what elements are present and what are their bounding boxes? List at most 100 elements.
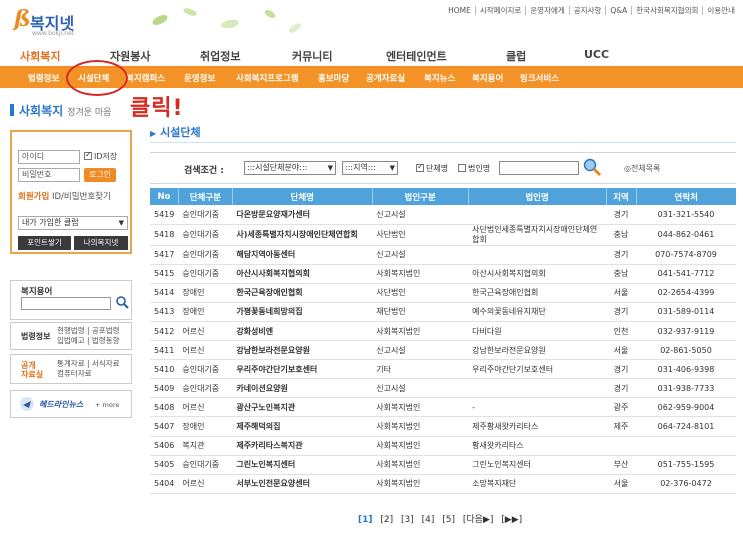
table-cell: 신고시설: [372, 340, 469, 361]
mainnav-jobs[interactable]: 취업정보: [200, 48, 240, 64]
subnav-news[interactable]: 복지뉴스: [424, 72, 455, 84]
table-cell[interactable]: 서부노인전문요양센터: [232, 474, 373, 494]
subnav-promotion[interactable]: 홍보마당: [318, 72, 349, 84]
headline-news-box[interactable]: 헤드라인뉴스 + more: [10, 390, 132, 418]
table-cell[interactable]: 제주해덕의집: [232, 416, 373, 437]
table-row[interactable]: 5415 승인대기중 아산시사회복지협의회 사회복지법인 아산시사회복지협의회 충남 041…: [150, 264, 736, 284]
page-next[interactable]: [다음▶]: [463, 515, 494, 525]
mainnav-entertainment[interactable]: 엔터테인먼트: [386, 48, 447, 64]
col-corp-name[interactable]: 법인명: [468, 188, 607, 205]
site-logo[interactable]: ß 복지넷 www.bokji.net: [14, 6, 104, 37]
table-row[interactable]: 5407 장애인 제주해덕의집 사회복지법인 제주황새왓카리타스 제주 064-724-81…: [150, 416, 736, 437]
name-checkbox[interactable]: 단체명: [416, 162, 448, 174]
corp-checkbox[interactable]: 법인명: [458, 163, 490, 174]
table-cell: 광주: [606, 397, 637, 418]
law-links[interactable]: 현행법령 | 공포법령 입법예고 | 법령동향: [57, 326, 120, 346]
page-link[interactable]: [4]: [422, 515, 435, 525]
table-cell[interactable]: 카네이션요양원: [232, 378, 373, 399]
login-password-input[interactable]: 비밀번호: [18, 168, 80, 182]
table-cell[interactable]: 강화성비엔: [232, 321, 373, 342]
table-cell: 경기: [606, 302, 637, 322]
table-row[interactable]: 5419 승인대기중 다온방문요양재가센터 신고시설 경기 031-321-5540: [150, 205, 736, 225]
mainnav-community[interactable]: 커뮤니티: [292, 48, 332, 64]
glossary-search-input[interactable]: [21, 297, 111, 310]
view-all-link[interactable]: ◎전체목록: [624, 163, 660, 174]
toplink-startpage[interactable]: 시작페이지로: [474, 6, 525, 15]
public-archive-links[interactable]: 통계자료 | 서식자료 컴퓨터자료: [57, 359, 120, 379]
login-button[interactable]: 로그인: [84, 168, 116, 182]
search-icon[interactable]: [582, 157, 602, 177]
col-contact[interactable]: 연락처: [636, 188, 736, 205]
table-row[interactable]: 5408 어르신 광산구노인복지관 사회복지법인 - 광주 062-959-9004: [150, 397, 736, 418]
table-cell: 031-589-0114: [636, 302, 736, 322]
table-row[interactable]: 5409 승인대기중 카네이션요양원 신고시설 경기 031-938-7733: [150, 378, 736, 399]
mainnav-volunteer[interactable]: 자원봉사: [110, 48, 150, 64]
subnav-law[interactable]: 법령정보: [28, 72, 59, 84]
my-club-select[interactable]: 내가 가입한 클럽 ▼: [18, 216, 128, 230]
page-last[interactable]: [▶▶]: [501, 515, 522, 525]
page-link[interactable]: [3]: [401, 515, 414, 525]
subnav-operations[interactable]: 운영정보: [184, 72, 215, 84]
table-row[interactable]: 5414 장애인 한국근육장애인협회 사단법인 한국근육장애인협회 서울 02-2654-4…: [150, 283, 736, 303]
save-id-checkbox[interactable]: ID저장: [84, 150, 117, 162]
page-current[interactable]: [1]: [358, 515, 373, 525]
table-row[interactable]: 5417 승인대기중 해담지역아동센터 신고시설 경기 070-7574-8709: [150, 245, 736, 265]
subnav-links[interactable]: 링크서비스: [520, 72, 559, 84]
table-cell[interactable]: 한국근육장애인협회: [232, 283, 373, 303]
find-account-link[interactable]: ID/비밀번호찾기: [52, 192, 111, 202]
mainnav-club[interactable]: 클럽: [506, 48, 526, 64]
join-link[interactable]: 회원가입: [18, 192, 49, 202]
table-cell[interactable]: 광산구노인복지관: [232, 397, 373, 418]
toplink-home[interactable]: HOME: [444, 6, 475, 15]
mainnav-social-welfare[interactable]: 사회복지: [20, 48, 60, 64]
mainnav-ucc[interactable]: UCC: [584, 48, 609, 61]
toplink-guide[interactable]: 이용안내: [702, 6, 739, 15]
col-type[interactable]: 단체구분: [178, 188, 233, 205]
table-cell[interactable]: 사)세종특별자치시장애인단체연합회: [232, 224, 373, 246]
my-bokjinet-button[interactable]: 나의복지넷: [74, 236, 128, 250]
table-row[interactable]: 5411 어르신 강남한보라전문요양원 신고시설 강남한보라전문요양원 서울 02-861-…: [150, 340, 736, 361]
table-row[interactable]: 5412 어르신 강화성비엔 사회복지법인 다비다원 인천 032-937-9119: [150, 321, 736, 342]
page-link[interactable]: [2]: [380, 515, 393, 525]
col-corp-type[interactable]: 법인구분: [372, 188, 469, 205]
subnav-archive[interactable]: 공개자료실: [366, 72, 405, 84]
table-row[interactable]: 5410 승인대기중 우리주야간단기보호센터 기타 우리주야간단기보호센터 경기 031-4…: [150, 359, 736, 380]
table-row[interactable]: 5406 복지관 제주카리타스복지관 사회복지법인 황새왓카리타스: [150, 436, 736, 456]
more-link[interactable]: + more: [95, 401, 119, 409]
table-cell[interactable]: 다온방문요양재가센터: [232, 205, 373, 225]
table-row[interactable]: 5418 승인대기중 사)세종특별자치시장애인단체연합회 사단법인 사단법인세종특별자치…: [150, 224, 736, 246]
subnav-programs[interactable]: 사회복지프로그램: [236, 72, 299, 84]
table-cell[interactable]: 해담지역아동센터: [232, 245, 373, 265]
table-cell[interactable]: 강남한보라전문요양원: [232, 340, 373, 361]
login-id-input[interactable]: 아이디: [18, 150, 80, 164]
toplink-admin[interactable]: 운영자에게: [525, 6, 569, 15]
toplink-qna[interactable]: Q&A: [605, 6, 631, 15]
toplink-notice[interactable]: 공지사항: [568, 6, 606, 15]
table-cell: 그린노인복지센터: [468, 455, 607, 475]
point-button[interactable]: 포인트쌓기: [18, 236, 71, 250]
checkbox-icon: [458, 164, 466, 172]
col-region[interactable]: 지역: [606, 188, 637, 205]
keyword-input[interactable]: [499, 161, 579, 175]
table-cell[interactable]: 아산시사회복지협의회: [232, 264, 373, 284]
col-name[interactable]: 단체명: [232, 188, 373, 205]
table-row[interactable]: 5404 어르신 서부노인전문요양센터 사회복지법인 소망복지재단 서울 02-376-04…: [150, 474, 736, 494]
table-cell: 044-862-0461: [636, 224, 736, 246]
subnav-glossary[interactable]: 복지용어: [472, 72, 503, 84]
toplink-council[interactable]: 한국사회복지협의회: [631, 6, 702, 15]
table-cell: [468, 245, 607, 265]
table-row[interactable]: 5405 승인대기중 그린노인복지센터 사회복지법인 그린노인복지센터 부산 051-755…: [150, 455, 736, 475]
table-cell: 어르신: [178, 474, 233, 494]
subnav-campus[interactable]: 복지캠퍼스: [126, 72, 165, 84]
region-select[interactable]: :::지역::: ▼: [342, 161, 398, 175]
page-link[interactable]: [5]: [442, 515, 455, 525]
table-cell[interactable]: 우리주야간단기보호센터: [232, 359, 373, 380]
table-row[interactable]: 5413 장애인 가평꽃동네희망의집 재단법인 예수의꽃동네유지재단 경기 031-589-…: [150, 302, 736, 322]
table-cell[interactable]: 제주카리타스복지관: [232, 436, 373, 456]
field-select[interactable]: :::시설단체분야::: ▼: [244, 161, 336, 175]
table-cell: 02-376-0472: [636, 474, 736, 494]
table-cell[interactable]: 가평꽃동네희망의집: [232, 302, 373, 322]
search-icon[interactable]: [115, 295, 129, 309]
table-cell[interactable]: 그린노인복지센터: [232, 455, 373, 475]
col-no[interactable]: No: [150, 188, 179, 205]
